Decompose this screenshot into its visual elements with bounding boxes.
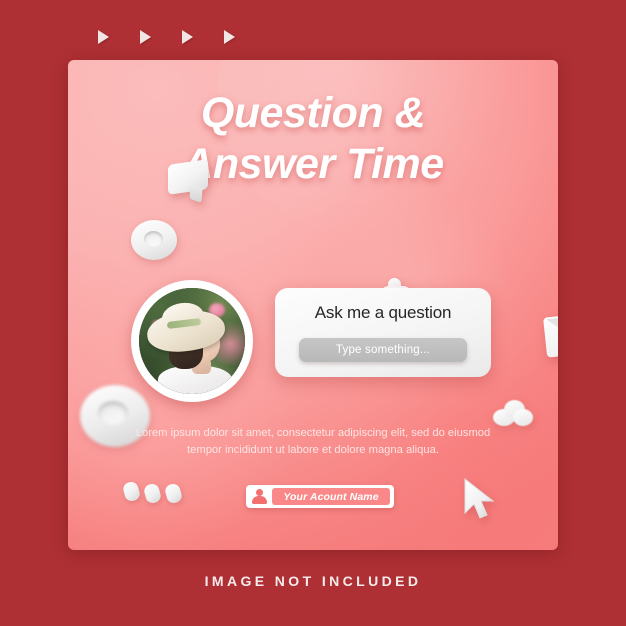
mouse-cursor-3d-icon	[459, 475, 501, 523]
play-triangle-icon	[140, 30, 151, 44]
caption: IMAGE NOT INCLUDED	[204, 573, 422, 589]
envelope-3d-icon	[543, 312, 558, 358]
user-avatar-icon	[250, 488, 269, 505]
poster-canvas: Question & Answer Time Ask me a question…	[0, 0, 626, 626]
body-text: Lorem ipsum dolor sit amet, consectetur …	[135, 427, 491, 457]
question-card: Ask me a question Type something...	[275, 288, 491, 377]
play-triangle-icon	[224, 30, 235, 44]
question-card-heading: Ask me a question	[314, 303, 452, 322]
play-triangle-icon	[98, 30, 109, 44]
play-triangle-icon	[182, 30, 193, 44]
torus-ring-3d-icon	[131, 220, 177, 260]
question-input-placeholder: Type something...	[335, 344, 431, 356]
cloud-3d-icon	[493, 400, 533, 426]
post-panel: Question & Answer Time Ask me a question…	[68, 60, 558, 550]
account-name-box: Your Acount Name	[272, 488, 390, 505]
profile-photo	[139, 288, 245, 394]
top-marker-row	[98, 30, 238, 46]
page-title: Question & Answer Time	[182, 89, 444, 188]
account-name-pill[interactable]: Your Acount Name	[246, 485, 394, 508]
question-input[interactable]: Type something...	[299, 338, 467, 362]
avatar	[131, 280, 253, 402]
account-name-text: Your Acount Name	[283, 490, 379, 503]
capsule-3d-icon	[121, 480, 190, 508]
